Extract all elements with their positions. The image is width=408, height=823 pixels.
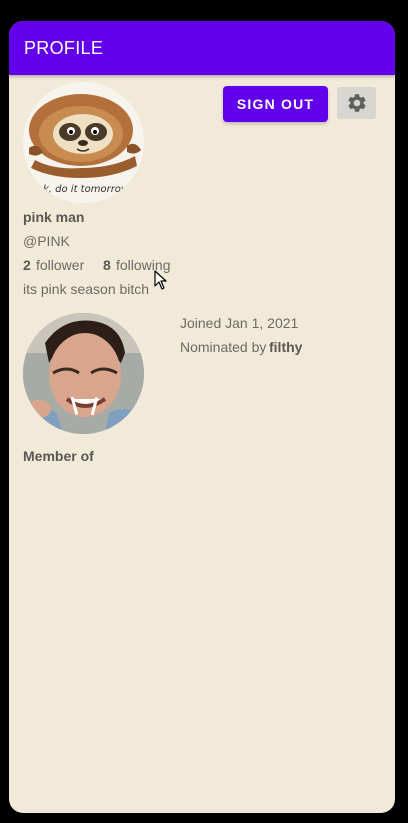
avatar-caption: ok, do it tomorrow [37,184,130,195]
sloth-illustration: ok, do it tomorrow [23,82,144,203]
nominator-avatar[interactable] [23,313,144,434]
nominated-by-label: Nominated by [180,339,267,355]
page-title: PROFILE [24,37,104,58]
follower-count[interactable]: 2 [23,257,31,273]
app-bar: PROFILE [9,21,395,75]
profile-bio: its pink season bitch [23,281,150,297]
profile-handle: @PINK [23,233,70,249]
gear-icon [347,94,366,112]
mouse-cursor-icon [154,270,167,290]
profile-name: pink man [23,209,85,225]
profile-avatar[interactable]: ok, do it tomorrow [23,82,144,203]
follower-label[interactable]: follower [36,257,84,273]
joined-date: Joined Jan 1, 2021 [180,315,299,331]
following-count[interactable]: 8 [103,257,111,273]
member-of-heading: Member of [23,448,94,464]
nominator-name[interactable]: filthy [269,339,302,355]
settings-button[interactable] [337,87,376,119]
sign-out-button[interactable]: SIGN OUT [223,86,328,122]
app-screen: PROFILE ok, do it tomorrow SIGN OUT pink… [9,21,395,813]
nominator-photo [23,313,144,434]
